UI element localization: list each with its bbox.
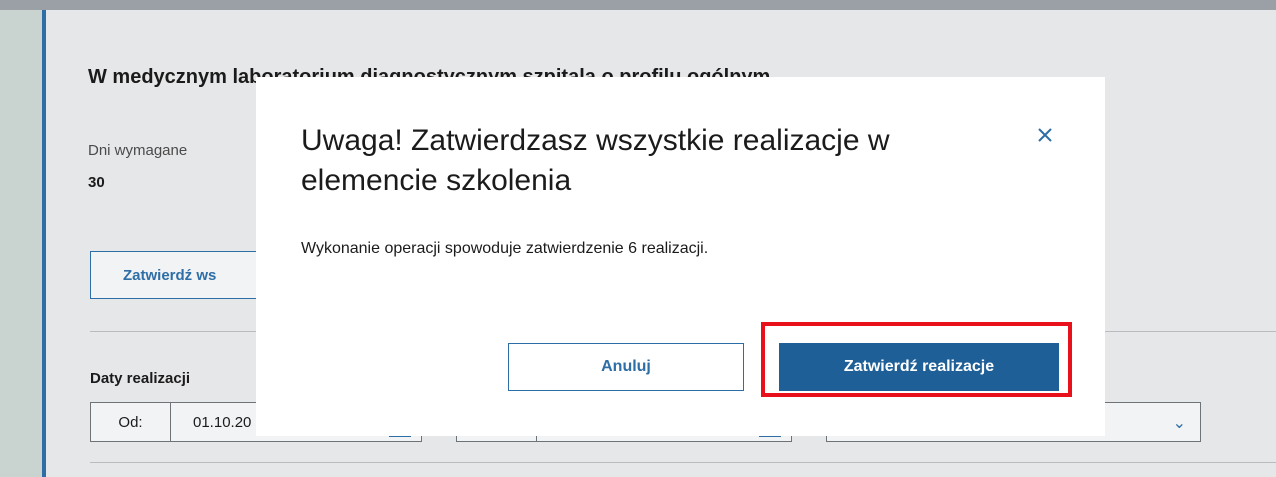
confirm-dialog: Uwaga! Zatwierdzasz wszystkie realizacje… bbox=[256, 77, 1105, 436]
cancel-button[interactable]: Anuluj bbox=[508, 343, 744, 391]
top-strip bbox=[0, 0, 1276, 10]
close-icon[interactable] bbox=[1031, 121, 1059, 149]
dialog-message: Wykonanie operacji spowoduje zatwierdzen… bbox=[301, 240, 709, 257]
days-required-label: Dni wymagane bbox=[88, 142, 188, 159]
dialog-title: Uwaga! Zatwierdzasz wszystkie realizacje… bbox=[301, 124, 890, 197]
left-band bbox=[0, 10, 42, 477]
confirm-approvals-button[interactable]: Zatwierdź realizacje bbox=[779, 343, 1059, 391]
divider bbox=[90, 462, 1276, 463]
chevron-down-icon: ⌄ bbox=[1172, 415, 1186, 432]
page: W medycznym laboratorium diagnostycznym … bbox=[0, 0, 1276, 477]
dates-label: Daty realizacji bbox=[90, 370, 191, 387]
date-from-prefix: Od: bbox=[91, 403, 171, 441]
date-from-value: 01.10.20 bbox=[193, 413, 252, 431]
days-required-value: 30 bbox=[88, 174, 105, 191]
